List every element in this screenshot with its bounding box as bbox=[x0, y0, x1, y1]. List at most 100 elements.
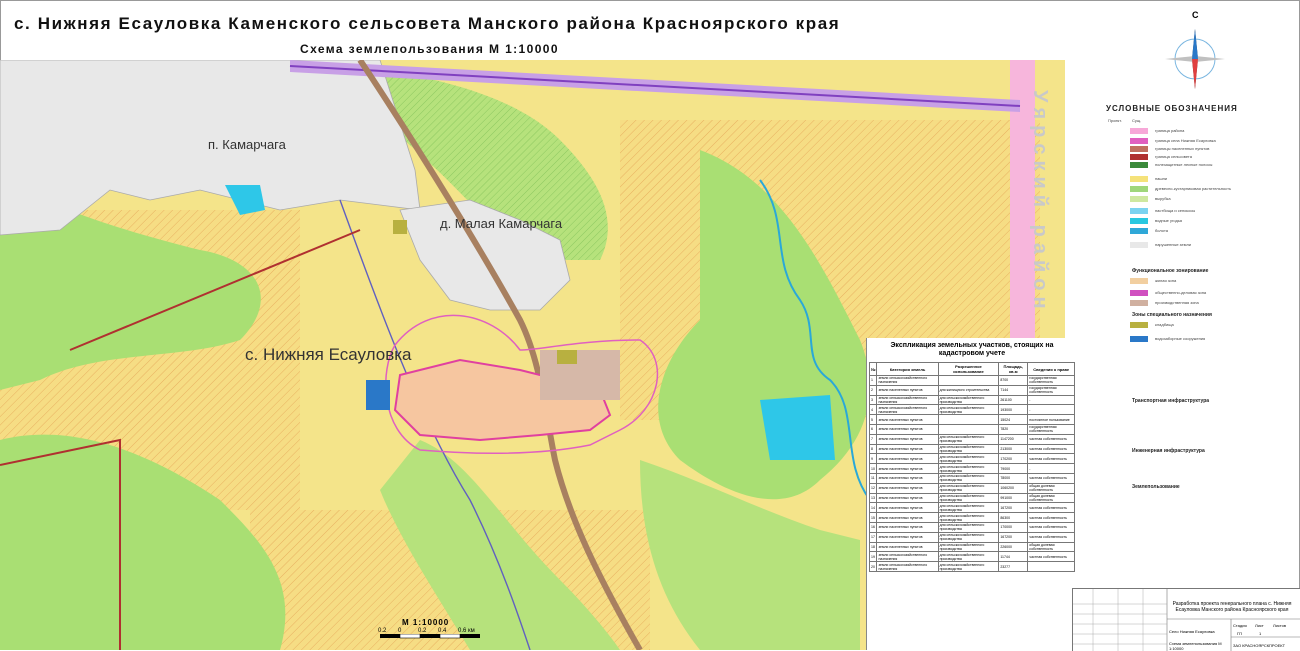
legend-label: древесно-кустарниковая растительность bbox=[1155, 186, 1232, 191]
legend-swatch bbox=[1130, 218, 1148, 224]
legend-item: пастбища и сенокосы bbox=[1130, 208, 1290, 214]
table-cell: общая долевая собственность bbox=[1027, 541, 1075, 553]
table-cell: частная собственность bbox=[1027, 551, 1075, 563]
table-cell: общая долевая собственность bbox=[1027, 492, 1075, 504]
table-cell: 170000 bbox=[998, 521, 1029, 533]
cemetery-1 bbox=[393, 220, 407, 234]
table-cell: для жилищного строительства bbox=[937, 384, 1000, 396]
table-header-cell: Сведения о праве bbox=[1027, 362, 1075, 376]
legend-label: пашни bbox=[1155, 176, 1168, 181]
table-cell bbox=[937, 375, 1000, 386]
table-cell: для сельскохозяйственного производства bbox=[937, 433, 1000, 445]
table-cell: 4 bbox=[868, 404, 878, 416]
legend-item: пашни bbox=[1130, 176, 1290, 182]
legend-swatch bbox=[1130, 208, 1148, 214]
table-row: 3 земли сельскохозяйственного назначения д… bbox=[868, 394, 1075, 406]
table-cell: 10 bbox=[868, 463, 878, 474]
table-row: 18 земли населенных пунктов для сельскохоз… bbox=[868, 541, 1075, 553]
table-cell: 12 bbox=[868, 482, 878, 494]
table-row: 7 земли населенных пунктов для сельскохозя… bbox=[868, 433, 1075, 445]
legend-label: болота bbox=[1155, 228, 1168, 233]
legend-label: жилая зона bbox=[1155, 278, 1177, 283]
legend-section-functional: Функциональное зонирование bbox=[1132, 268, 1209, 274]
table-row: 19 земли сельскохозяйственного назначения… bbox=[868, 551, 1075, 563]
legend-label: границы населенных пунктов bbox=[1155, 146, 1210, 151]
legend-item: граница района bbox=[1130, 128, 1290, 134]
table-cell: общая долевая собственность bbox=[1027, 482, 1075, 494]
table-cell: частная собственность bbox=[1027, 502, 1075, 514]
table-cell: 226000 bbox=[998, 541, 1029, 553]
table-cell: 261100 bbox=[998, 394, 1029, 406]
table-cell: земли населенных пунктов bbox=[876, 521, 939, 533]
table-cell: 16 bbox=[868, 521, 878, 533]
table-cell: земли населенных пунктов bbox=[876, 482, 939, 494]
table-row: 10 земли населенных пунктов для сельскохоз… bbox=[868, 463, 1075, 474]
stamp-grid-lines bbox=[1073, 589, 1300, 651]
table-cell: земли населенных пунктов bbox=[876, 414, 939, 425]
label-nizhnyaya-esaulovka: с. Нижняя Есауловка bbox=[245, 345, 412, 364]
table-cell: государственная собственность bbox=[1027, 384, 1075, 396]
legend-swatch bbox=[1130, 336, 1148, 342]
table-row: 16 земли населенных пунктов для сельскохоз… bbox=[868, 521, 1075, 533]
table-cell: 19 bbox=[868, 551, 878, 563]
legend-label: общественно-деловая зона bbox=[1155, 290, 1207, 295]
lake-2 bbox=[760, 395, 835, 460]
table-cell bbox=[937, 414, 1000, 425]
legend-item: границы населенных пунктов bbox=[1130, 146, 1290, 152]
legend-section-transport: Транспортная инфраструктура bbox=[1132, 398, 1210, 404]
legend-item: древесно-кустарниковая растительность bbox=[1130, 186, 1290, 192]
table-cell: для сельскохозяйственного производства bbox=[937, 551, 1000, 563]
table-cell: для сельскохозяйственного производства bbox=[937, 463, 1000, 474]
table-cell: - bbox=[1027, 463, 1075, 474]
table-cell: земли сельскохозяйственного назначения bbox=[876, 375, 939, 386]
legend-swatch bbox=[1130, 322, 1148, 328]
table-cell: для сельскохозяйственного производства bbox=[937, 521, 1000, 533]
scale-bar-graphic bbox=[380, 634, 480, 639]
compass-north-label: С bbox=[1192, 10, 1199, 20]
table-cell: 7820 bbox=[998, 423, 1029, 435]
table-cell: частная собственность bbox=[1027, 453, 1075, 465]
table-cell: 5 bbox=[868, 414, 878, 425]
table-cell: 8 bbox=[868, 443, 878, 455]
table-cell: для сельскохозяйственного производства bbox=[937, 472, 1000, 484]
table-cell: 1 bbox=[868, 375, 878, 386]
legend-label: граница села Нижняя Есауловка bbox=[1155, 138, 1216, 143]
legend-item: вырубка bbox=[1130, 196, 1290, 202]
water-intake-1 bbox=[366, 380, 390, 410]
label-kamarchaga: п. Камарчага bbox=[208, 137, 286, 152]
table-cell: 193000 bbox=[998, 404, 1029, 416]
table-cell: 213000 bbox=[998, 443, 1029, 455]
legend-label: граница сельсовета bbox=[1155, 154, 1192, 159]
table-cell: земли населенных пунктов bbox=[876, 531, 939, 543]
table-row: 1 земли сельскохозяйственного назначения 8… bbox=[868, 375, 1075, 386]
legend-item: производственная зона bbox=[1130, 300, 1290, 306]
table-cell: постоянное пользование bbox=[1027, 414, 1075, 425]
legend-swatch bbox=[1130, 228, 1148, 234]
table-cell: - bbox=[1027, 404, 1075, 416]
legend-col-proj: Проект. bbox=[1108, 118, 1122, 123]
table-cell: для сельскохозяйственного производства bbox=[937, 443, 1000, 455]
legend-item: кладбища bbox=[1130, 322, 1290, 328]
table-cell: 11744 bbox=[998, 551, 1029, 563]
legend-swatch bbox=[1130, 154, 1148, 160]
table-header-cell: Площадь, кв.м bbox=[998, 362, 1029, 376]
table-cell: частная собственность bbox=[1027, 512, 1075, 523]
table-cell: частная собственность bbox=[1027, 433, 1075, 445]
table-cell: частная собственность bbox=[1027, 531, 1075, 543]
table-row: 9 земли населенных пунктов для сельскохозя… bbox=[868, 453, 1075, 465]
table-cell: 13 bbox=[868, 492, 878, 504]
parcels-table-grid: № Категория земель Разрешенное использован… bbox=[868, 362, 1075, 572]
legend-label: кладбища bbox=[1155, 322, 1174, 327]
legend-col-exist: Сущ. bbox=[1132, 118, 1142, 123]
table-cell: земли сельскохозяйственного назначения bbox=[876, 404, 939, 416]
table-row: 12 земли населенных пунктов для сельскохоз… bbox=[868, 482, 1075, 494]
table-cell: земли сельскохозяйственного назначения bbox=[876, 561, 939, 572]
table-cell: 18 bbox=[868, 541, 878, 553]
land-parcels-table: Экспликация земельных участков, стоящих … bbox=[866, 338, 1077, 650]
table-cell: земли населенных пунктов bbox=[876, 453, 939, 465]
legend-swatch bbox=[1130, 300, 1148, 306]
legend-swatch bbox=[1130, 138, 1148, 144]
table-cell: для сельскохозяйственного производства bbox=[937, 502, 1000, 514]
table-cell: 2 bbox=[868, 384, 878, 396]
table-title: Экспликация земельных участков, стоящих … bbox=[890, 342, 1054, 357]
